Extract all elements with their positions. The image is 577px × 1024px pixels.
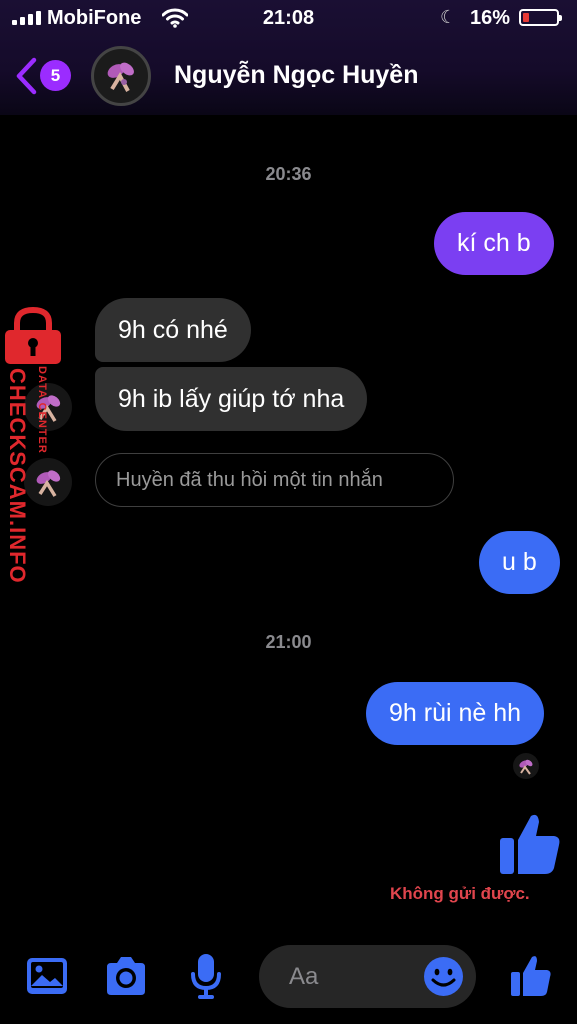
watermark-subtext: DATA CENTER [36, 366, 48, 454]
timestamp: 21:00 [265, 632, 312, 652]
contact-avatar[interactable] [91, 46, 151, 106]
watermark-text: CHECKSCAM.INFO [5, 368, 30, 584]
message-composer[interactable] [259, 945, 476, 1008]
emoji-icon[interactable] [423, 956, 464, 997]
lock-icon [5, 306, 61, 364]
microphone-icon[interactable] [189, 952, 223, 1000]
battery-percent: 16% [470, 7, 511, 29]
incoming-message[interactable]: 9h có nhé [95, 298, 251, 362]
outgoing-message[interactable]: 9h rùi nè hh [366, 682, 545, 745]
message-input[interactable] [287, 959, 421, 995]
outgoing-message[interactable]: u b [479, 531, 560, 594]
like-message-icon[interactable] [498, 810, 562, 876]
incoming-message[interactable]: 9h ib lấy giúp tớ nha [95, 367, 368, 431]
send-failed-status[interactable]: Không gửi được. [390, 884, 530, 904]
battery-icon [519, 9, 562, 26]
sender-avatar[interactable] [24, 383, 72, 431]
moon-icon: ☾ [440, 7, 457, 27]
unread-count-badge[interactable]: 5 [40, 60, 71, 91]
camera-icon[interactable] [103, 955, 149, 997]
outgoing-message[interactable]: kí ch b [434, 212, 554, 275]
recalled-message-notice: Huyền đã thu hồi một tin nhắn [95, 453, 454, 507]
status-bar: MobiFone 21:08 ☾ 16% [0, 0, 577, 36]
gallery-icon[interactable] [25, 956, 69, 996]
back-chevron-icon[interactable] [14, 57, 38, 95]
timestamp: 20:36 [265, 164, 312, 184]
contact-name[interactable]: Nguyễn Ngọc Huyền [174, 61, 418, 90]
sender-avatar[interactable] [24, 458, 72, 506]
like-button-icon[interactable] [510, 953, 552, 997]
seen-receipt-avatar [513, 753, 539, 779]
